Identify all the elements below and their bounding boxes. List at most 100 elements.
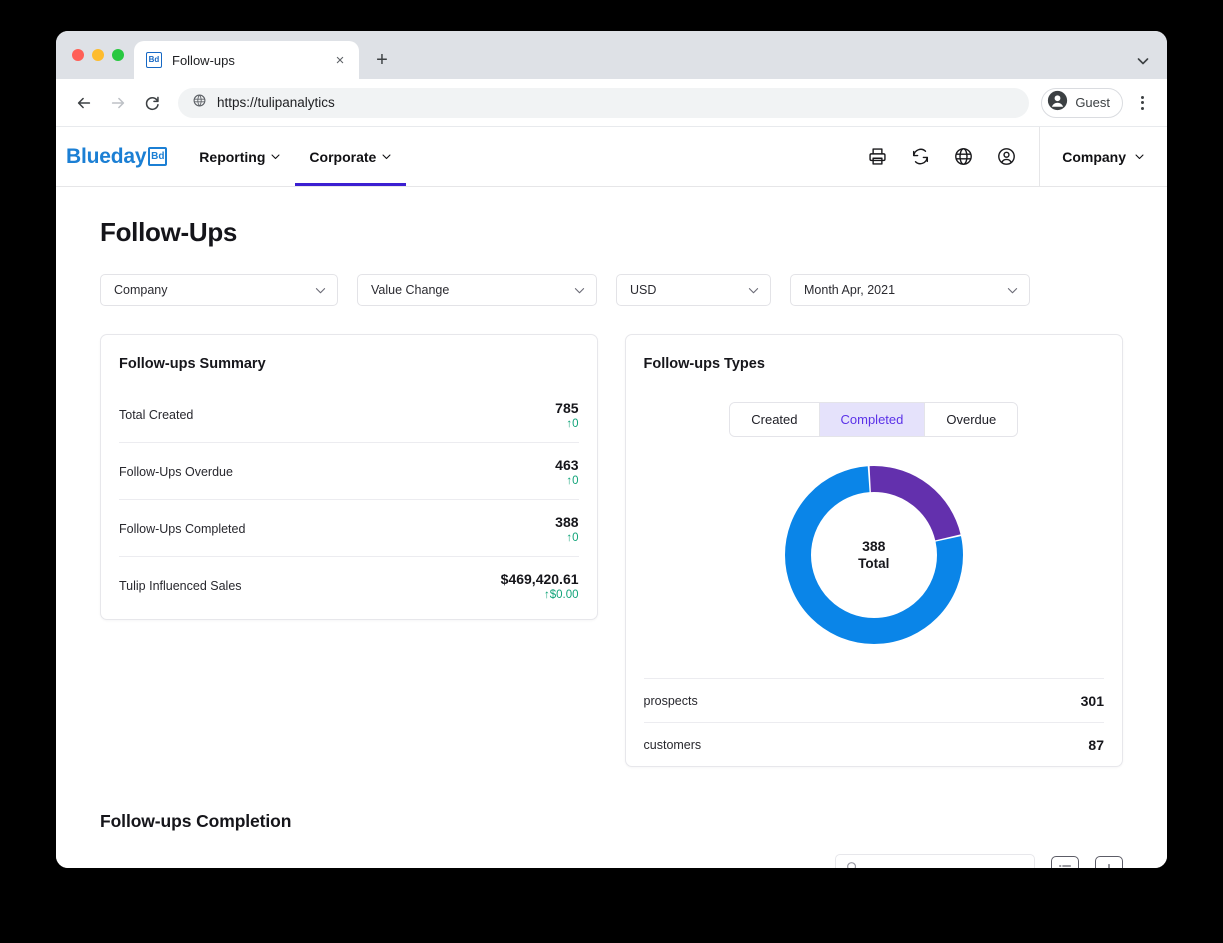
- close-window-button[interactable]: [72, 49, 84, 61]
- address-bar[interactable]: https://tulipanalytics: [178, 88, 1029, 118]
- browser-window: Bd Follow-ups × + https://tulipanalytics: [56, 31, 1167, 868]
- tab-list-chevron-down-icon[interactable]: [1135, 53, 1151, 69]
- profile-name: Guest: [1075, 95, 1110, 110]
- summary-row: Follow-Ups Completed 388 ↑0: [119, 500, 579, 557]
- window-traffic-lights: [68, 31, 134, 79]
- site-info-globe-icon[interactable]: [192, 93, 207, 113]
- blueday-favicon: Bd: [146, 52, 162, 68]
- avatar: [1047, 90, 1068, 116]
- new-tab-button[interactable]: +: [367, 45, 397, 75]
- tab-completed[interactable]: Completed: [820, 403, 926, 436]
- metric-filter-value: Value Change: [371, 283, 565, 297]
- chevron-down-icon: [270, 149, 281, 165]
- refresh-icon[interactable]: [910, 146, 931, 167]
- summary-row-value: 785: [555, 400, 578, 416]
- print-icon[interactable]: [867, 146, 888, 167]
- logo-wordmark: Blueday: [66, 146, 146, 168]
- follow-ups-types-card: Follow-ups Types Created Completed Overd…: [625, 334, 1123, 767]
- nav-item-reporting-label: Reporting: [199, 149, 265, 165]
- summary-row-value: 463: [555, 457, 578, 473]
- browser-toolbar: https://tulipanalytics Guest: [56, 79, 1167, 127]
- company-switcher-label: Company: [1062, 149, 1126, 165]
- search-input[interactable]: [867, 863, 1024, 868]
- summary-row-delta: ↑$0.00: [501, 589, 579, 601]
- page-title: Follow-Ups: [100, 217, 1123, 248]
- app-navbar: Blueday Bd Reporting Corporate: [56, 127, 1167, 187]
- section-title: Follow-ups Completion: [100, 811, 1123, 832]
- chevron-down-icon: [314, 284, 327, 297]
- summary-row-delta: ↑0: [555, 418, 578, 430]
- reload-button[interactable]: [138, 89, 166, 117]
- types-tab-group: Created Completed Overdue: [729, 402, 1018, 437]
- search-icon: [846, 861, 859, 868]
- currency-filter[interactable]: USD: [616, 274, 771, 306]
- browser-tab-title: Follow-ups: [172, 53, 321, 68]
- follow-ups-summary-card: Follow-ups Summary Total Created 785 ↑0 …: [100, 334, 598, 620]
- chevron-down-icon: [573, 284, 586, 297]
- period-filter[interactable]: Month Apr, 2021: [790, 274, 1030, 306]
- nav-item-corporate[interactable]: Corporate: [295, 127, 406, 186]
- dashboard-cards: Follow-ups Summary Total Created 785 ↑0 …: [100, 334, 1123, 767]
- nav-item-reporting[interactable]: Reporting: [185, 127, 295, 186]
- chevron-down-icon: [1006, 284, 1019, 297]
- nav-item-corporate-label: Corporate: [309, 149, 376, 165]
- app-content: Blueday Bd Reporting Corporate: [56, 127, 1167, 868]
- download-icon[interactable]: [1095, 856, 1123, 868]
- tab-overdue[interactable]: Overdue: [925, 403, 1017, 436]
- browser-menu-button[interactable]: [1129, 89, 1155, 117]
- profile-button[interactable]: Guest: [1041, 88, 1123, 118]
- metric-filter[interactable]: Value Change: [357, 274, 597, 306]
- summary-row-label: Follow-Ups Completed: [119, 522, 245, 536]
- summary-card-title: Follow-ups Summary: [101, 335, 597, 372]
- search-box[interactable]: [835, 854, 1035, 868]
- summary-row-delta: ↑0: [555, 532, 578, 544]
- summary-row: Total Created 785 ↑0: [119, 386, 579, 443]
- tab-created[interactable]: Created: [730, 403, 819, 436]
- currency-filter-value: USD: [630, 283, 739, 297]
- legend-row-value: 301: [1081, 693, 1104, 709]
- table-toolbar: [100, 854, 1123, 868]
- address-bar-url: https://tulipanalytics: [217, 95, 335, 110]
- blueday-logo[interactable]: Blueday Bd: [60, 146, 185, 168]
- company-filter[interactable]: Company: [100, 274, 338, 306]
- account-icon[interactable]: [996, 146, 1017, 167]
- follow-ups-completion-section: Follow-ups Completion: [100, 811, 1123, 868]
- globe-icon[interactable]: [953, 146, 974, 167]
- close-tab-icon[interactable]: ×: [331, 51, 349, 69]
- company-switcher[interactable]: Company: [1039, 127, 1167, 186]
- legend-row-value: 87: [1088, 737, 1104, 753]
- legend-row: prospects 301: [644, 678, 1104, 722]
- donut-chart: 388 Total: [781, 462, 967, 648]
- company-filter-value: Company: [114, 283, 306, 297]
- summary-row-label: Tulip Influenced Sales: [119, 579, 242, 593]
- columns-icon[interactable]: [1051, 856, 1079, 868]
- period-filter-value: Month Apr, 2021: [804, 283, 998, 297]
- donut-center-label: 388 Total: [781, 462, 967, 648]
- summary-row-value: $469,420.61: [501, 571, 579, 587]
- page-body: Follow-Ups Company Value Change USD: [56, 187, 1167, 868]
- back-button[interactable]: [70, 89, 98, 117]
- browser-tab[interactable]: Bd Follow-ups ×: [134, 41, 359, 79]
- summary-row-values: 463 ↑0: [555, 457, 578, 487]
- donut-total-caption: Total: [858, 555, 889, 573]
- summary-row-values: 388 ↑0: [555, 514, 578, 544]
- minimize-window-button[interactable]: [92, 49, 104, 61]
- summary-row: Tulip Influenced Sales $469,420.61 ↑$0.0…: [119, 557, 579, 614]
- summary-row-values: $469,420.61 ↑$0.00: [501, 571, 579, 601]
- primary-nav: Reporting Corporate: [185, 127, 406, 186]
- summary-row-values: 785 ↑0: [555, 400, 578, 430]
- summary-row-delta: ↑0: [555, 475, 578, 487]
- filter-bar: Company Value Change USD: [100, 274, 1123, 306]
- summary-row-delta-value: 0: [572, 532, 578, 544]
- legend-row-label: prospects: [644, 694, 698, 708]
- summary-row-label: Follow-Ups Overdue: [119, 465, 233, 479]
- summary-rows: Total Created 785 ↑0 Follow-Ups Overdue …: [101, 372, 597, 614]
- summary-row: Follow-Ups Overdue 463 ↑0: [119, 443, 579, 500]
- logo-badge: Bd: [148, 147, 167, 166]
- types-card-title: Follow-ups Types: [626, 335, 1122, 372]
- maximize-window-button[interactable]: [112, 49, 124, 61]
- summary-row-delta-value: 0: [572, 475, 578, 487]
- donut-total-value: 388: [862, 537, 885, 555]
- forward-button[interactable]: [104, 89, 132, 117]
- navbar-actions: [867, 146, 1039, 167]
